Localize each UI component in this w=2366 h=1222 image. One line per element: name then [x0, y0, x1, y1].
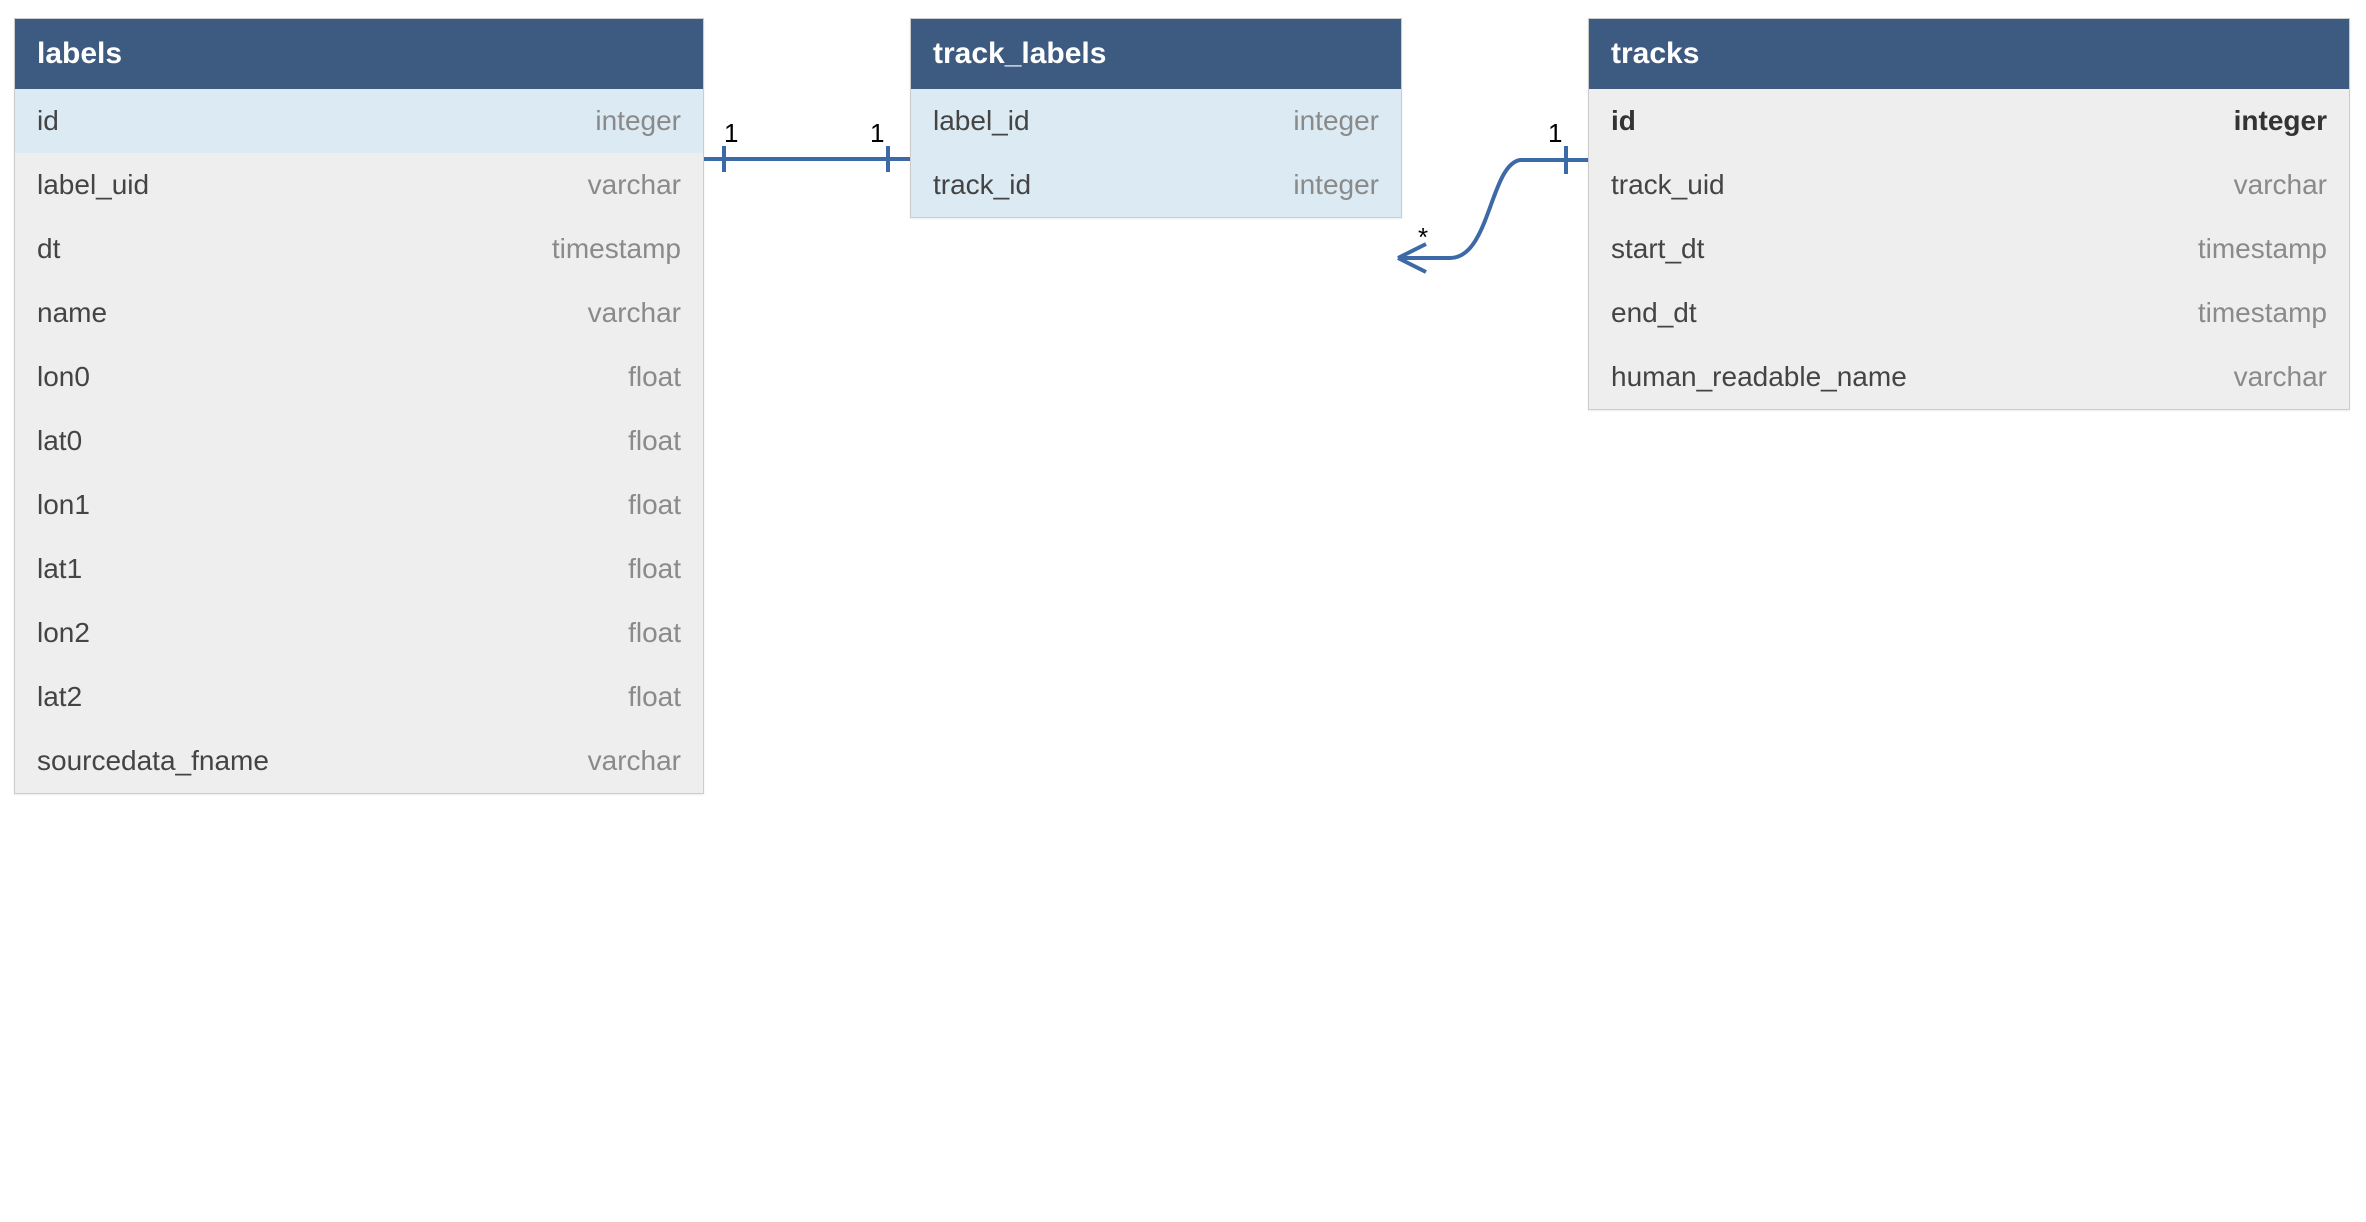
column-type: timestamp [2198, 233, 2327, 265]
rel-tracklabels-to-tracks [1398, 146, 1588, 272]
column-row[interactable]: end_dt timestamp [1589, 281, 2349, 345]
column-type: varchar [2234, 361, 2327, 393]
column-name: end_dt [1611, 297, 1697, 329]
column-name: sourcedata_fname [37, 745, 269, 777]
column-name: lat2 [37, 681, 82, 713]
column-type: varchar [588, 169, 681, 201]
entity-tracks[interactable]: tracks id integer track_uid varchar star… [1588, 18, 2350, 410]
column-row[interactable]: lat2 float [15, 665, 703, 729]
column-row[interactable]: track_uid varchar [1589, 153, 2349, 217]
column-name: start_dt [1611, 233, 1704, 265]
entity-track-labels[interactable]: track_labels label_id integer track_id i… [910, 18, 1402, 218]
entity-title: track_labels [911, 19, 1401, 89]
column-type: float [628, 361, 681, 393]
column-name: lon0 [37, 361, 90, 393]
column-type: float [628, 489, 681, 521]
column-type: float [628, 553, 681, 585]
column-type: integer [2234, 105, 2327, 137]
er-diagram-canvas: 1 1 * 1 labels id integer label_uid varc… [0, 0, 2366, 1222]
column-name: track_uid [1611, 169, 1725, 201]
column-name: lat0 [37, 425, 82, 457]
column-row[interactable]: start_dt timestamp [1589, 217, 2349, 281]
column-row[interactable]: track_id integer [911, 153, 1401, 217]
column-type: integer [1293, 105, 1379, 137]
cardinality-label: 1 [724, 118, 738, 149]
column-type: timestamp [2198, 297, 2327, 329]
column-name: id [1611, 105, 1636, 137]
column-type: timestamp [552, 233, 681, 265]
column-row[interactable]: sourcedata_fname varchar [15, 729, 703, 793]
column-type: varchar [588, 297, 681, 329]
cardinality-label: 1 [870, 118, 884, 149]
column-row[interactable]: lat1 float [15, 537, 703, 601]
column-name: label_uid [37, 169, 149, 201]
column-row[interactable]: dt timestamp [15, 217, 703, 281]
column-name: lon2 [37, 617, 90, 649]
column-row[interactable]: label_id integer [911, 89, 1401, 153]
column-type: float [628, 617, 681, 649]
column-type: float [628, 425, 681, 457]
rel-labels-to-tracklabels [702, 146, 910, 172]
column-name: lon1 [37, 489, 90, 521]
column-type: float [628, 681, 681, 713]
column-row[interactable]: name varchar [15, 281, 703, 345]
column-name: name [37, 297, 107, 329]
column-row[interactable]: id integer [1589, 89, 2349, 153]
entity-title: labels [15, 19, 703, 89]
column-type: integer [595, 105, 681, 137]
entity-body: id integer track_uid varchar start_dt ti… [1589, 89, 2349, 409]
entity-body: id integer label_uid varchar dt timestam… [15, 89, 703, 793]
cardinality-label: 1 [1548, 118, 1562, 149]
column-row[interactable]: id integer [15, 89, 703, 153]
column-type: integer [1293, 169, 1379, 201]
column-name: track_id [933, 169, 1031, 201]
column-name: dt [37, 233, 60, 265]
column-type: varchar [2234, 169, 2327, 201]
column-name: lat1 [37, 553, 82, 585]
column-type: varchar [588, 745, 681, 777]
column-name: human_readable_name [1611, 361, 1907, 393]
column-name: label_id [933, 105, 1030, 137]
column-row[interactable]: lon1 float [15, 473, 703, 537]
column-row[interactable]: label_uid varchar [15, 153, 703, 217]
column-name: id [37, 105, 59, 137]
cardinality-label: * [1418, 222, 1428, 253]
column-row[interactable]: human_readable_name varchar [1589, 345, 2349, 409]
entity-body: label_id integer track_id integer [911, 89, 1401, 217]
entity-title: tracks [1589, 19, 2349, 89]
column-row[interactable]: lon0 float [15, 345, 703, 409]
column-row[interactable]: lat0 float [15, 409, 703, 473]
entity-labels[interactable]: labels id integer label_uid varchar dt t… [14, 18, 704, 794]
column-row[interactable]: lon2 float [15, 601, 703, 665]
